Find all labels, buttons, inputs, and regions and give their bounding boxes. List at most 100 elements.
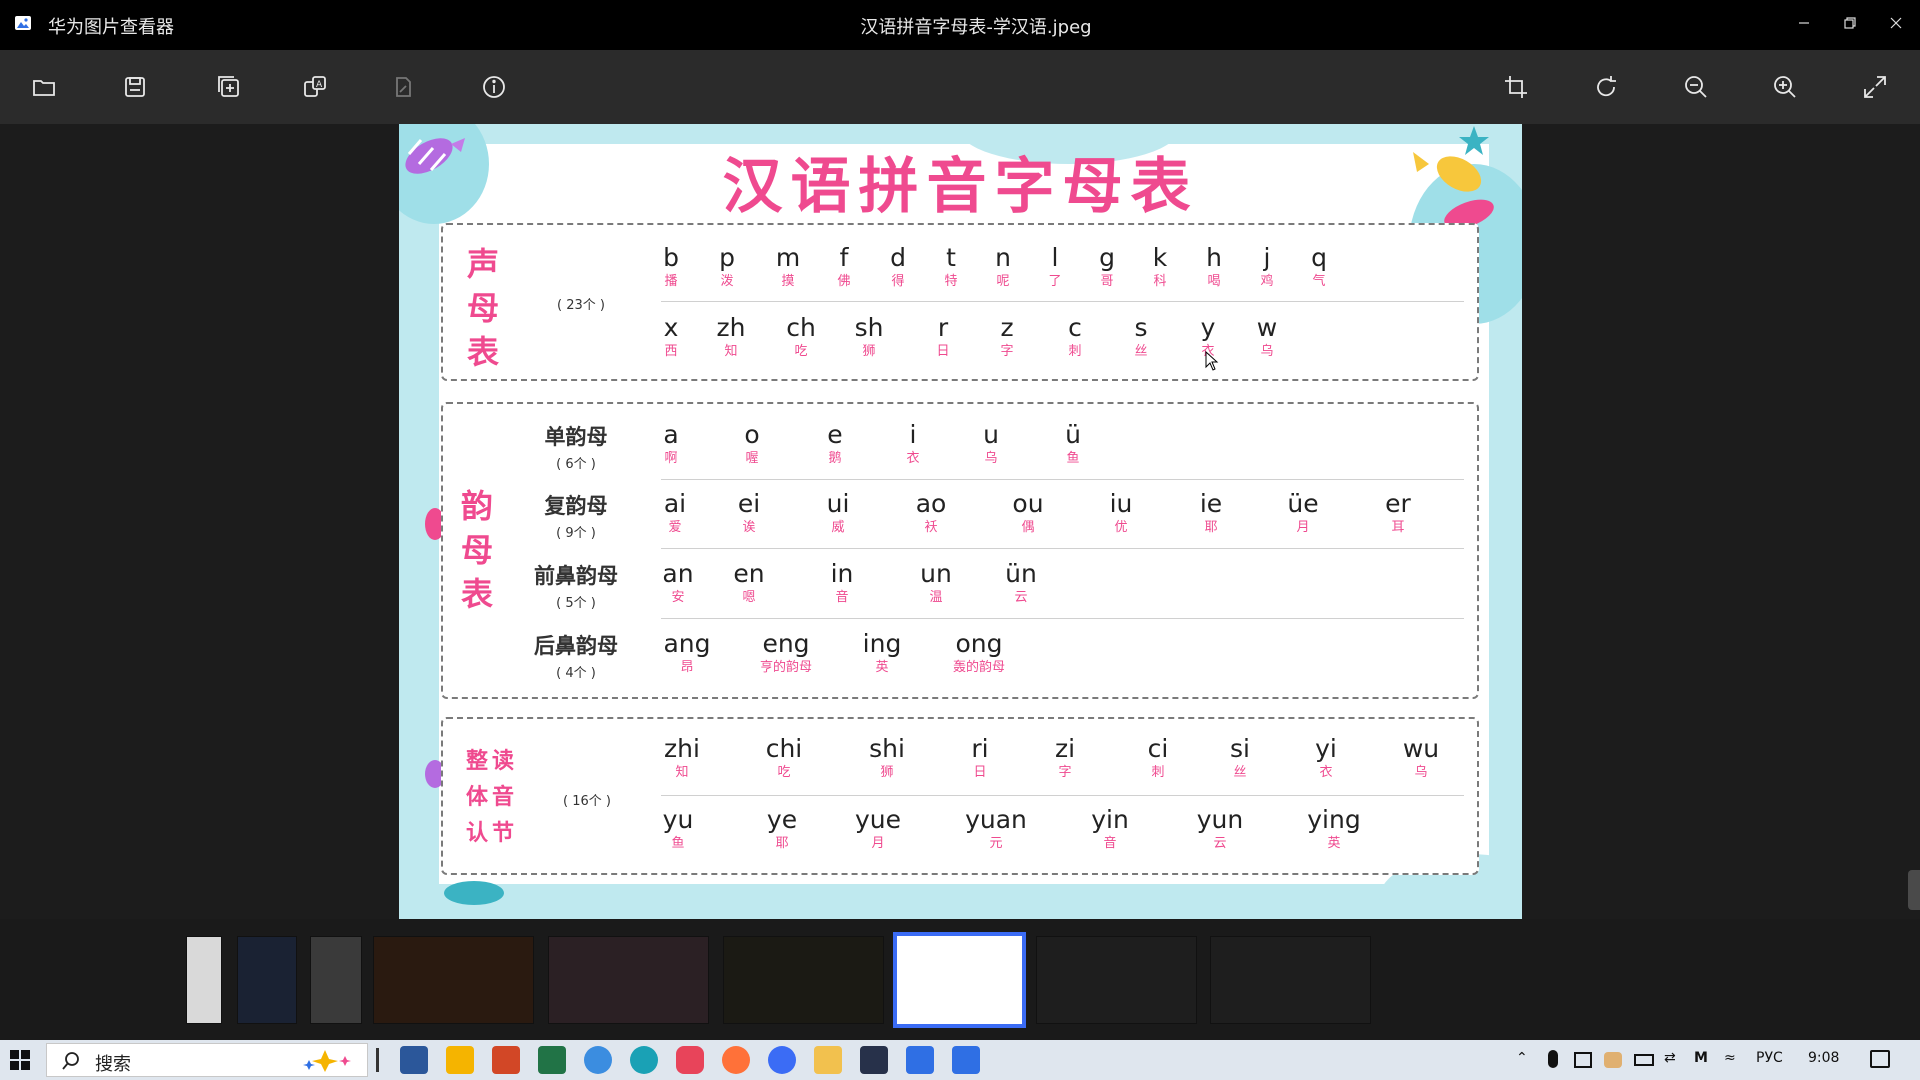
save-icon[interactable] [115, 67, 155, 107]
word-icon[interactable] [400, 1046, 428, 1074]
thumbnail[interactable] [186, 936, 222, 1024]
screen-share-icon[interactable] [1574, 1052, 1592, 1068]
pinyin-cell: shi 狮 [842, 733, 932, 781]
side-title-char: 母 [466, 289, 499, 327]
pinyin-example-char: 乌 [1260, 344, 1274, 359]
side-title-line: 认节 [465, 821, 518, 846]
pinyin-cell: ang 昂 [642, 628, 732, 676]
photo-viewer-taskbar-icon[interactable] [952, 1046, 980, 1074]
pinyin-cell: wu 乌 [1376, 733, 1466, 781]
clock[interactable]: 9:08 [1808, 1050, 1839, 1066]
zhengti-count: ( 16个 ) [563, 794, 611, 809]
thumbnail[interactable] [237, 936, 297, 1024]
thumbnail[interactable] [1036, 936, 1197, 1024]
sync-icon[interactable]: ⇄ [1664, 1050, 1676, 1066]
pinyin-cell: yue 月 [833, 804, 923, 852]
fullscreen-icon[interactable] [1855, 67, 1895, 107]
file-explorer-icon[interactable] [814, 1046, 842, 1074]
copilot-sparkle-icon [303, 1050, 351, 1072]
edge-icon[interactable] [630, 1046, 658, 1074]
wifi-icon[interactable]: ≈ [1724, 1050, 1736, 1066]
pinyin-example-char: 诶 [742, 520, 756, 535]
tray-app-icon[interactable] [1604, 1052, 1622, 1068]
pinyin-letter: er [1385, 489, 1411, 518]
side-title-char: 韵 [460, 487, 493, 525]
pinyin-example-char: 轰的韵母 [952, 660, 1005, 675]
folder-icon[interactable] [24, 67, 64, 107]
row-divider [661, 548, 1464, 549]
microphone-icon[interactable] [1548, 1050, 1558, 1068]
pinyin-example-char: 啊 [664, 451, 678, 466]
side-title-line: 体音 [465, 785, 518, 810]
battery-icon[interactable] [1634, 1054, 1654, 1066]
thumbnail[interactable] [548, 936, 709, 1024]
excel-icon[interactable] [538, 1046, 566, 1074]
pinyin-letter: ang [663, 629, 711, 658]
firefox-icon[interactable] [722, 1046, 750, 1074]
bg-band-bottom [399, 884, 1522, 919]
pinyin-cell: yun 云 [1175, 804, 1265, 852]
pinyin-cell: in 音 [797, 558, 887, 606]
thumbnail[interactable] [310, 936, 362, 1024]
pinyin-cell: a啊 [626, 419, 716, 467]
taskbar-search[interactable]: 搜索 [46, 1043, 368, 1077]
pinyin-letter: ei [737, 489, 761, 518]
pinyin-letter: un [920, 559, 952, 588]
thumbnail[interactable] [373, 936, 534, 1024]
pinyin-letter: yu [662, 805, 694, 834]
zoom-in-icon[interactable] [1765, 67, 1805, 107]
pinyin-letter: en [733, 559, 765, 588]
language-indicator[interactable]: РУС [1756, 1050, 1783, 1066]
yunmu-group-label: 单韵母 [544, 425, 608, 449]
pinyin-example-char: 威 [831, 520, 845, 535]
shengmu-side-title: 声母表 [465, 242, 501, 374]
zoom-out-icon[interactable] [1676, 67, 1716, 107]
close-button[interactable] [1873, 8, 1919, 38]
pinyin-cell: yi 衣 [1281, 733, 1371, 781]
thumbnail[interactable] [723, 936, 884, 1024]
gmail-icon[interactable]: M [1694, 1050, 1708, 1066]
pinyin-letter: zhi [664, 734, 700, 763]
pinyin-cell: un 温 [891, 558, 981, 606]
pinyin-letter: ci [1147, 734, 1169, 763]
mouse-cursor [1205, 351, 1219, 371]
minimize-button[interactable] [1781, 8, 1827, 38]
poster-title: 汉语拼音字母表 [722, 152, 1199, 222]
side-panel-handle[interactable] [1908, 870, 1920, 910]
row-divider [661, 795, 1464, 796]
pinyin-letter: ou [1012, 489, 1044, 518]
pinyin-example-char: 喔 [745, 451, 759, 466]
tray-overflow-icon[interactable]: ⌃ [1516, 1050, 1528, 1066]
pinyin-example-char: 月 [1296, 520, 1310, 535]
translate-icon[interactable]: A [295, 67, 335, 107]
pinyin-example-char: 月 [871, 836, 885, 851]
app-icon-dark[interactable] [860, 1046, 888, 1074]
thumbnail-selected[interactable] [893, 932, 1026, 1028]
pinyin-example-char: 音 [1103, 836, 1117, 851]
side-title-char: 表 [466, 333, 499, 371]
info-icon[interactable] [474, 67, 514, 107]
pinyin-cell: ei 诶 [704, 488, 794, 536]
image-viewer[interactable]: 汉语拼音字母表 声母表 ( 23个 ) b播p泼m摸f佛d得t特n呢l了g哥k科… [0, 124, 1920, 919]
rotate-icon[interactable] [1586, 67, 1626, 107]
restore-button[interactable] [1827, 8, 1873, 38]
thumbnail[interactable] [1210, 936, 1371, 1024]
pinyin-letter: ü [1065, 420, 1081, 449]
pinyin-example-char: 音 [835, 590, 849, 605]
search-placeholder: 搜索 [95, 1054, 131, 1075]
browser-icon[interactable] [584, 1046, 612, 1074]
notes-icon[interactable] [446, 1046, 474, 1074]
edit-icon[interactable] [383, 67, 423, 107]
pinyin-example-char: 嗯 [742, 590, 756, 605]
add-icon[interactable] [209, 67, 249, 107]
outlook-icon[interactable] [906, 1046, 934, 1074]
crop-icon[interactable] [1496, 67, 1536, 107]
windows-start-icon[interactable] [10, 1050, 30, 1074]
pinyin-letter: u [983, 420, 999, 449]
pinyin-letter: w [1256, 313, 1278, 342]
notifications-icon[interactable] [1870, 1050, 1890, 1068]
search-app-icon[interactable] [768, 1046, 796, 1074]
thumbnail-strip [0, 919, 1920, 1040]
instagram-icon[interactable] [676, 1046, 704, 1074]
powerpoint-icon[interactable] [492, 1046, 520, 1074]
